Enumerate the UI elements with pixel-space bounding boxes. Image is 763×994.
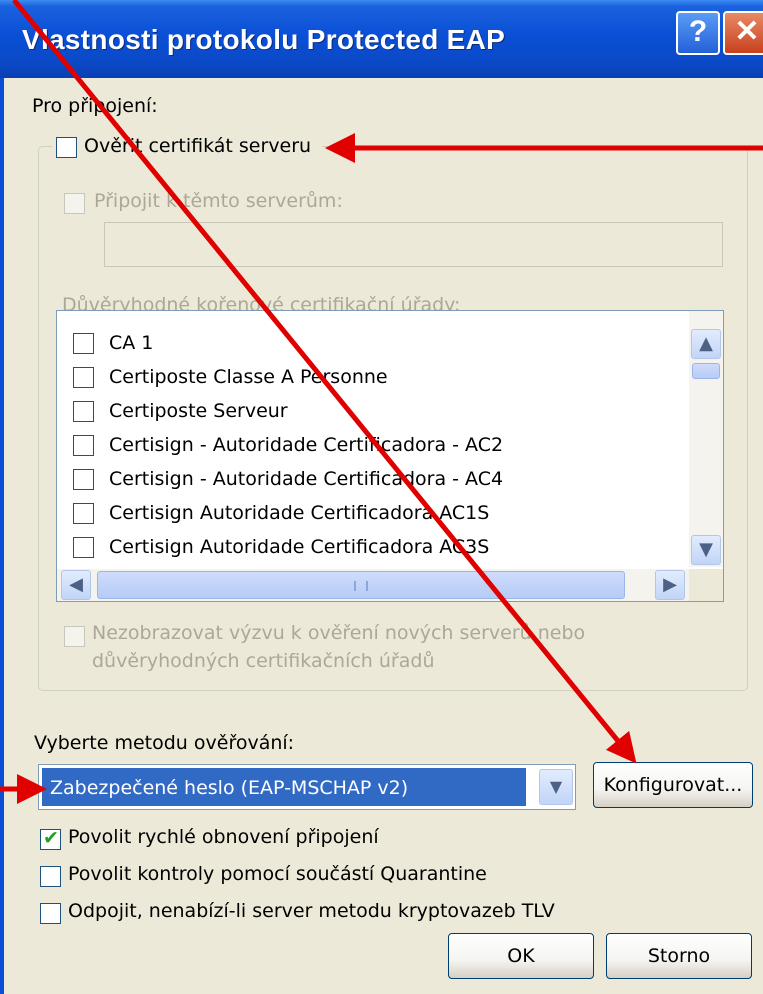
ca-label: Certiposte Classe A Personne [109, 366, 388, 388]
close-button[interactable]: ✕ [723, 11, 763, 55]
list-item[interactable]: Certisign Autoridade Certificadora AC1S [57, 498, 687, 532]
vertical-scrollbar[interactable]: ▲ ▼ [689, 311, 723, 567]
horizontal-scroll-thumb[interactable] [97, 571, 625, 599]
help-icon: ? [688, 15, 708, 48]
connect-servers-label: Připojit k těmto serverům: [94, 190, 343, 212]
disconnect-tlv-checkbox[interactable] [40, 903, 61, 924]
validate-cert-checkbox[interactable] [56, 137, 77, 158]
ca-checkbox[interactable] [73, 435, 94, 456]
auth-method-value: Zabezpečené heslo (EAP-MSCHAP v2) [50, 777, 409, 799]
quarantine-checkbox[interactable] [40, 866, 61, 887]
scroll-right-icon[interactable]: ▶ [655, 570, 685, 600]
ca-checkbox[interactable] [73, 503, 94, 524]
ca-label: Certisign - Autoridade Certificadora - A… [109, 434, 504, 456]
scroll-up-icon[interactable]: ▲ [691, 329, 721, 359]
ca-checkbox[interactable] [73, 367, 94, 388]
list-item[interactable]: Certiposte Classe A Personne [57, 362, 687, 396]
help-button[interactable]: ? [676, 11, 720, 55]
ca-checkbox[interactable] [73, 333, 94, 354]
grip-icon [354, 581, 368, 591]
validate-cert-label: Ověřit certifikát serveru [84, 135, 312, 157]
connect-servers-checkbox[interactable] [64, 193, 85, 214]
ok-button[interactable]: OK [448, 933, 594, 979]
ca-checkbox[interactable] [73, 469, 94, 490]
close-icon: ✕ [734, 15, 760, 48]
fast-reconnect-checkbox[interactable]: ✔ [40, 827, 61, 850]
list-item[interactable]: Certisign Autoridade Certificadora AC3S [57, 532, 687, 566]
quarantine-label: Povolit kontroly pomocí součástí Quarant… [68, 863, 487, 885]
ca-label: Certisign - Autoridade Certificadora - A… [109, 468, 504, 490]
auth-method-select[interactable]: Zabezpečené heslo (EAP-MSCHAP v2) ▼ [38, 764, 576, 810]
no-prompt-label-line2: důvěryhodných certifikačních úřadů [92, 650, 435, 672]
fast-reconnect-label: Povolit rychlé obnovení připojení [68, 826, 379, 848]
ca-checkbox[interactable] [73, 537, 94, 558]
servers-input[interactable] [104, 222, 723, 267]
scroll-down-icon[interactable]: ▼ [691, 535, 721, 565]
ca-label: Certiposte Serveur [109, 400, 288, 422]
vertical-scroll-thumb[interactable] [692, 363, 720, 379]
list-item[interactable]: Certisign - Autoridade Certificadora - A… [57, 464, 687, 498]
no-prompt-checkbox[interactable] [64, 626, 85, 647]
window-frame [0, 78, 4, 994]
chevron-down-icon[interactable]: ▼ [539, 769, 573, 805]
cancel-button[interactable]: Storno [606, 933, 752, 979]
ca-listbox[interactable]: CA 1 Certiposte Classe A Personne Certip… [56, 310, 724, 602]
dialog-window: Vlastnosti protokolu Protected EAP ? ✕ P… [0, 0, 763, 994]
ca-checkbox[interactable] [73, 401, 94, 422]
validate-cert-option[interactable]: Ověřit certifikát serveru [52, 134, 322, 162]
auth-method-label: Vyberte metodu ověřování: [34, 732, 295, 754]
ca-label: Certisign Autoridade Certificadora AC3S [109, 536, 490, 558]
disconnect-tlv-label: Odpojit, nenabízí-li server metodu krypt… [68, 900, 555, 922]
window-title: Vlastnosti protokolu Protected EAP [22, 24, 506, 55]
horizontal-scrollbar[interactable]: ◀ ▶ [57, 569, 689, 601]
no-prompt-label-line1: Nezobrazovat výzvu k ověření nových serv… [92, 622, 586, 644]
connection-label: Pro připojení: [32, 95, 158, 117]
scroll-left-icon[interactable]: ◀ [61, 570, 91, 600]
ca-label: CA 1 [109, 332, 154, 354]
checkmark-icon: ✔ [43, 827, 59, 849]
list-item[interactable]: Certiposte Serveur [57, 396, 687, 430]
configure-button[interactable]: Konfigurovat... [593, 762, 753, 808]
list-item[interactable]: CA 1 [57, 328, 687, 362]
auth-method-selection: Zabezpečené heslo (EAP-MSCHAP v2) [42, 768, 526, 806]
scroll-corner [689, 569, 723, 601]
ca-label: Certisign Autoridade Certificadora AC1S [109, 502, 490, 524]
list-item[interactable]: Certisign - Autoridade Certificadora - A… [57, 430, 687, 464]
title-bar[interactable]: Vlastnosti protokolu Protected EAP ? ✕ [0, 0, 763, 78]
